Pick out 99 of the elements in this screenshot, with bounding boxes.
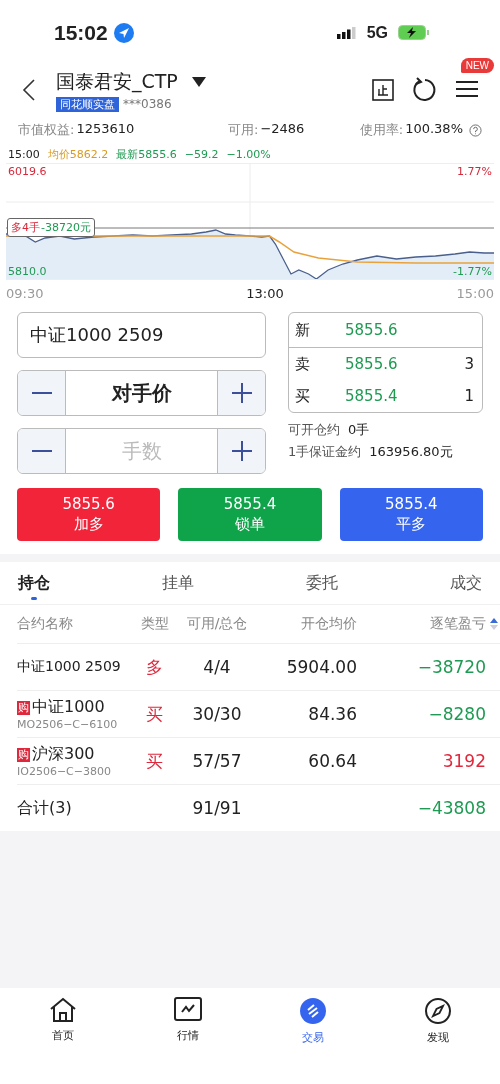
dropdown-caret-icon[interactable] (191, 76, 206, 87)
table-cell-text: 84.36 (307, 704, 357, 724)
quote-volume: 1 (464, 387, 474, 405)
quote-price: 5855.6 (345, 321, 399, 339)
nav-item[interactable]: 行情 (147, 996, 228, 1058)
tab[interactable]: 委托 (306, 562, 338, 604)
pnl-value: −43808 (416, 798, 486, 818)
order-button[interactable]: 5855.6 加多 (17, 488, 161, 541)
table-cell-text: 4/4 (202, 657, 232, 677)
tab[interactable]: 成交 (450, 562, 482, 604)
nav-item[interactable]: 交易 (272, 996, 353, 1058)
chart-icon (173, 997, 202, 1023)
pnl-value: 3192 (441, 751, 486, 771)
contract-name: 沪深300 (32, 744, 95, 765)
option-badge: 购 (17, 700, 30, 715)
percent-change: −1.00% (226, 147, 271, 161)
plus-button[interactable] (218, 429, 265, 473)
option-badge: 购 (17, 747, 30, 762)
contract-name: 中证1000 (32, 697, 105, 718)
plus-icon (231, 441, 252, 461)
sort-icon[interactable] (490, 618, 498, 630)
quote-price: 5855.6 (345, 355, 399, 373)
account-tag: 同花顺实盘 (56, 96, 119, 112)
price-stepper[interactable]: 对手价 (17, 370, 266, 416)
contract-name: 中证1000 2509 (17, 658, 121, 676)
quote-label: 卖 (295, 354, 311, 374)
average-price: 均价5862.2 (47, 146, 109, 162)
column-header: 可用/总仓 (185, 615, 249, 633)
back-icon[interactable] (22, 78, 36, 102)
quote-label: 买 (295, 386, 311, 406)
nav-item[interactable]: 首页 (22, 996, 103, 1058)
contract-code: MO2506−C−6100 (17, 718, 119, 731)
minus-icon (31, 450, 52, 452)
quote-volume: 3 (464, 355, 474, 373)
summary-value: 1253610 (76, 121, 135, 138)
minus-icon (31, 392, 52, 394)
capacity-label: 可开仓约 (288, 421, 340, 439)
account-number: ***0386 (123, 97, 172, 111)
latest-price: 最新5855.6 (116, 146, 177, 162)
summary-label: 使用率: (359, 121, 404, 139)
summary-label: 市值权益: (18, 121, 75, 139)
tab[interactable]: 挂单 (162, 562, 194, 604)
position-pnl: -38720元 (41, 220, 91, 235)
axis-label: 5810.0 (8, 265, 47, 278)
price-change: −59.2 (184, 147, 219, 161)
refresh-icon[interactable] (412, 77, 438, 103)
table-cell-text: 91/91 (191, 798, 243, 818)
table-cell-text: 30/30 (191, 704, 243, 724)
pnl-value: −8280 (427, 704, 486, 724)
order-button[interactable]: 5855.4 平多 (339, 488, 483, 541)
quantity-stepper[interactable]: 手数 (17, 428, 266, 474)
capacity-value: 0手 (348, 421, 370, 439)
capacity-value: 163956.80元 (369, 443, 453, 461)
compass-icon (423, 997, 452, 1025)
summary-value: 100.38% (405, 121, 463, 138)
status-time: 15:02 (54, 20, 108, 45)
plus-icon (231, 383, 252, 403)
tab[interactable]: 持仓 (18, 562, 50, 604)
help-icon[interactable] (469, 123, 482, 137)
nav-item[interactable]: 发现 (397, 996, 478, 1058)
axis-label: 6019.6 (8, 165, 47, 178)
position-type: 多 (145, 655, 164, 679)
table-cell-text: 5904.00 (285, 657, 357, 677)
contract-code: IO2506−C−3800 (17, 765, 112, 778)
axis-label: 1.77% (457, 165, 492, 178)
total-label: 合计(3) (17, 797, 73, 819)
menu-icon[interactable] (456, 78, 478, 98)
table-cell-text: 57/57 (191, 751, 243, 771)
column-header: 开仓均价 (300, 615, 357, 633)
position-type: 买 (145, 702, 164, 726)
column-header: 合约名称 (17, 615, 74, 633)
position-lots: 多4手 (11, 220, 40, 235)
network-label: 5G (366, 23, 388, 42)
summary-value: −2486 (260, 121, 305, 138)
axis-label: -1.77% (453, 265, 492, 278)
column-header: 逐笔盈亏 (429, 615, 486, 633)
contract-field[interactable]: 中证1000 2509 (17, 312, 266, 358)
position-type: 买 (145, 749, 164, 773)
column-header: 类型 (139, 615, 170, 633)
quote-label: 新 (295, 320, 311, 340)
time-label: 09:30 (6, 285, 44, 301)
trade-icon (298, 997, 327, 1025)
summary-label: 可用: (228, 121, 259, 139)
stop-icon[interactable] (372, 79, 394, 101)
home-icon (48, 997, 77, 1023)
table-cell-text: 60.64 (307, 751, 357, 771)
time-label: 13:00 (246, 285, 284, 301)
plus-button[interactable] (218, 371, 265, 415)
quote-price: 5855.4 (345, 387, 399, 405)
new-badge: NEW (460, 58, 494, 73)
signal-icon (336, 26, 357, 39)
capacity-label: 1手保证金约 (288, 443, 362, 461)
pnl-value: −38720 (416, 657, 486, 677)
quantity-field[interactable]: 手数 (65, 429, 218, 473)
account-title[interactable]: 国泰君安_CTP (56, 68, 178, 95)
time-label: 15:00 (456, 285, 494, 301)
location-icon (113, 22, 134, 43)
chart-time: 15:00 (8, 147, 40, 161)
battery-icon (398, 25, 430, 40)
